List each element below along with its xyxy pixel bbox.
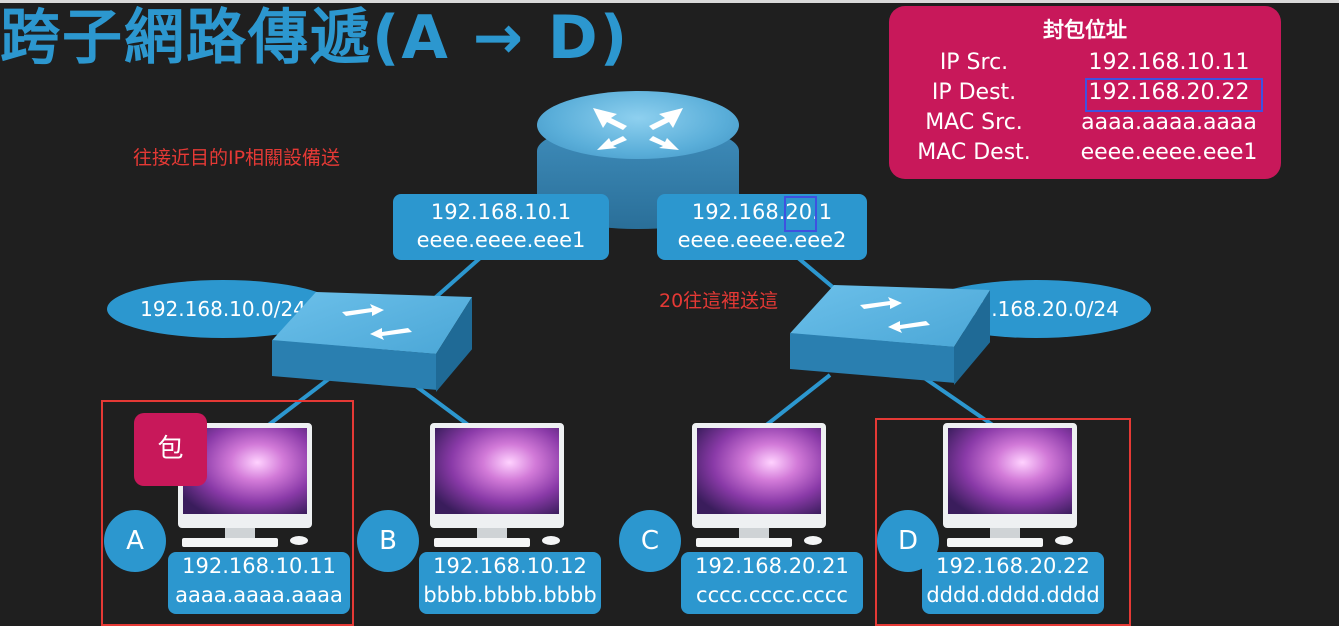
packet-row-mac-src: MAC Src. aaaa.aaaa.aaaa bbox=[889, 108, 1281, 138]
computer-c-mouse bbox=[804, 536, 822, 545]
switch-arrows-icon bbox=[860, 297, 930, 333]
packet-label: MAC Src. bbox=[925, 110, 1023, 135]
computer-b-mouse bbox=[542, 536, 560, 545]
packet-label: IP Dest. bbox=[931, 80, 1017, 105]
computer-b-monitor bbox=[430, 423, 564, 528]
switch-left bbox=[272, 292, 472, 392]
router-right-interface: 192.168.20.1 eeee.eeee.eee2 bbox=[657, 194, 867, 260]
packet-row-mac-dest: MAC Dest. eeee.eeee.eee1 bbox=[889, 138, 1281, 168]
host-mac: cccc.cccc.cccc bbox=[696, 583, 848, 607]
ip-dest-highlight-box bbox=[1085, 78, 1263, 112]
packet-label: IP Src. bbox=[939, 50, 1009, 75]
packet-value: eeee.eeee.eee1 bbox=[1080, 140, 1258, 165]
router-left-ip: 192.168.10.1 bbox=[430, 200, 572, 224]
packet-row-ip-src: IP Src. 192.168.10.11 bbox=[889, 48, 1281, 78]
host-d-selection-box bbox=[875, 418, 1131, 626]
host-ip: 192.168.20.21 bbox=[695, 554, 849, 578]
host-ip: 192.168.10.12 bbox=[433, 554, 587, 578]
packet-label: MAC Dest. bbox=[917, 140, 1031, 165]
host-mac: bbbb.bbbb.bbbb bbox=[423, 583, 597, 607]
host-c-info: 192.168.20.21 cccc.cccc.cccc bbox=[681, 552, 863, 614]
router-left-interface: 192.168.10.1 eeee.eeee.eee1 bbox=[393, 194, 609, 260]
packet-address-panel: 封包位址 IP Src. 192.168.10.11 IP Dest. 192.… bbox=[889, 6, 1281, 179]
host-b-label: B bbox=[357, 510, 419, 572]
computer-b-keyboard bbox=[434, 538, 530, 547]
computer-c-keyboard bbox=[696, 538, 792, 547]
router-right-mac: eeee.eeee.eee2 bbox=[677, 228, 847, 252]
router-left-mac: eeee.eeee.eee1 bbox=[416, 228, 586, 252]
router-right-ip: 192.168.20.1 bbox=[691, 200, 833, 224]
switch-right bbox=[790, 285, 990, 385]
router-arrows-icon bbox=[593, 108, 683, 150]
packet-value: aaaa.aaaa.aaaa bbox=[1081, 110, 1257, 135]
host-a-selection-box bbox=[101, 400, 354, 626]
switch-arrows-icon bbox=[342, 304, 412, 340]
subnet-highlight-box bbox=[784, 196, 817, 232]
packet-panel-heading: 封包位址 bbox=[1043, 18, 1127, 42]
computer-c-monitor bbox=[692, 423, 826, 528]
host-c-label: C bbox=[619, 510, 681, 572]
host-b-info: 192.168.10.12 bbbb.bbbb.bbbb bbox=[419, 552, 601, 614]
packet-value: 192.168.10.11 bbox=[1088, 50, 1250, 75]
